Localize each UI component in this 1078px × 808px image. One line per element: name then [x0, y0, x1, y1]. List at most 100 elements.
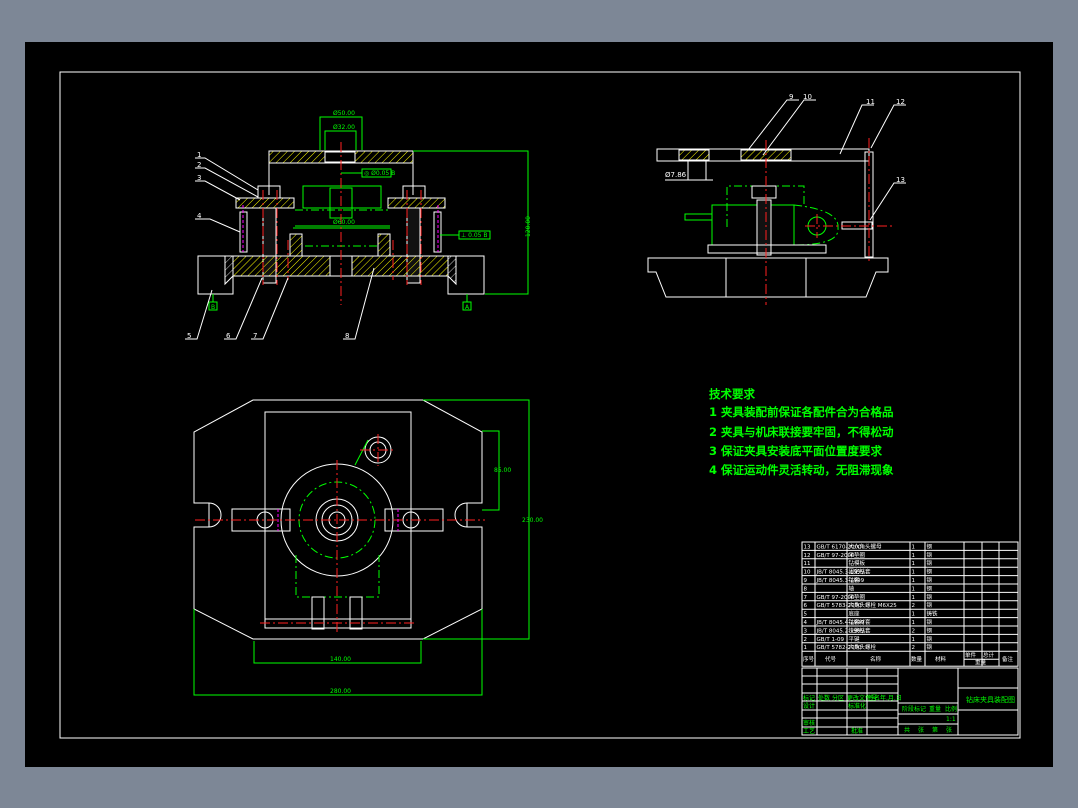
parts-list-cell-name: 钻模板 [849, 559, 866, 567]
callout-12: 12 [896, 98, 905, 106]
role-review: 审核 [803, 719, 815, 727]
callout-1: 1 [197, 151, 201, 159]
callout-7: 7 [253, 332, 257, 340]
parts-list-cell-material: 钢 [927, 601, 933, 609]
parts-list-cell-qty: 1 [912, 544, 916, 550]
parts-list-cell-qty: 1 [912, 570, 916, 576]
parts-list-cell-material: 钢 [927, 635, 933, 643]
parts-list-cell-no: 1 [804, 645, 808, 651]
parts-list-cell-qty: 1 [912, 553, 916, 559]
parts-list-cell-no: 7 [804, 595, 808, 601]
callout-4: 4 [197, 212, 202, 220]
parts-list-header-unit-weight: 单件 [965, 651, 977, 659]
top-view: 85.00 230.00 140.00 280.00 [193, 399, 543, 696]
parts-list-cell-no: 2 [804, 637, 808, 643]
requirement-item-2: 2 夹具与机床联接要牢固，不得松动 [709, 425, 894, 439]
sheet-label-total: 共 [904, 726, 910, 734]
parts-list-header-total-weight: 总计 [983, 651, 995, 659]
parts-list-cell-name: 钻套衬套 [849, 618, 872, 626]
callout-13: 13 [896, 176, 905, 184]
rev-header-count: 处数 [818, 694, 830, 702]
parts-list-header-remark: 备注 [1002, 655, 1014, 663]
parts-list-cell-name: 平键 [849, 635, 861, 643]
parts-list-cell-material: 铸铁 [927, 610, 939, 618]
parts-list-cell-qty: 2 [912, 603, 916, 609]
rev-header-date: 年.月.日 [880, 694, 902, 702]
sheet-label-sheet: 张 [946, 726, 952, 734]
callout-9: 9 [789, 93, 793, 101]
parts-list-cell-no: 9 [804, 578, 808, 584]
parts-list-header-no: 序号 [803, 655, 815, 663]
parts-list-cell-material: 钢 [927, 551, 933, 559]
parts-list-header-code: 代号 [825, 655, 837, 663]
parts-list-cell-name: 轴 [849, 584, 855, 592]
datum-label-b: B [211, 304, 215, 311]
parts-list-cell-name: 快换钻套 [849, 626, 872, 634]
parts-list-cell-material: 钢 [927, 568, 933, 576]
dim-top-outer: Ø50.00 [333, 110, 355, 117]
dim-side-gap: Ø7.86 [665, 171, 687, 179]
stage-header-weight: 重量 [929, 705, 941, 713]
requirement-item-1: 1 夹具装配前保证各配件合为合格品 [709, 405, 894, 419]
parts-list-cell-no: 5 [804, 612, 808, 618]
parts-list-cell-material: 钢 [927, 618, 933, 626]
parts-list-cell-material: 钢 [927, 626, 933, 634]
parts-list-cell-no: 12 [804, 553, 811, 559]
parts-list-cell-qty: 2 [912, 628, 916, 634]
rev-header-zone: 分区 [832, 694, 844, 702]
side-view: Ø7.86 9 10 11 12 13 [647, 93, 906, 305]
parts-list-cell-qty: 1 [912, 586, 916, 592]
parts-list-cell-name: 固定钻套 [849, 568, 872, 576]
cad-drawing-canvas[interactable]: Ø50.00 Ø32.00 Ø60.00 120.00 ◎ Ø0.05 B ⊥ … [25, 42, 1053, 767]
parts-list-cell-material: 钢 [927, 559, 933, 567]
parts-list-cell-no: 4 [804, 620, 808, 626]
parts-list-cell-no: 3 [804, 628, 808, 634]
dim-width-inner: 140.00 [330, 656, 351, 663]
front-view: Ø50.00 Ø32.00 Ø60.00 120.00 ◎ Ø0.05 B ⊥ … [185, 110, 532, 340]
sheet-label-sheets: 张 [918, 726, 924, 734]
role-process: 工艺 [803, 727, 815, 735]
parts-list-cell-material: 钢 [927, 593, 933, 601]
rev-header-sign: 签名 [868, 694, 880, 702]
dim-height-overall: 230.00 [522, 517, 543, 524]
technical-requirements: 技术要求 1 夹具装配前保证各配件合为合格品 2 夹具与机床联接要牢固，不得松动… [709, 387, 894, 477]
role-standardization: 标准化 [848, 702, 866, 710]
parts-list-cell-no: 6 [804, 603, 808, 609]
parts-list-cell-name: 平垫圈 [849, 551, 866, 559]
callout-3: 3 [197, 174, 201, 182]
stage-header-scale: 比例 [945, 705, 957, 713]
parts-list-cell-material: 钢 [927, 542, 933, 550]
requirement-item-4: 4 保证运动件灵活转动，无阻滞现象 [709, 463, 894, 477]
requirement-item-3: 3 保证夹具安装底平面位置度要求 [709, 444, 883, 458]
parts-list-header-name: 名称 [870, 655, 882, 663]
drawing-sheet: Ø50.00 Ø32.00 Ø60.00 120.00 ◎ Ø0.05 B ⊥ … [59, 71, 1021, 739]
parts-list-cell-name: 六角头螺栓 M6X25 [849, 601, 898, 609]
title-block: 标记 处数 分区 更改文件号 签名 年.月.日 设计 标准化 审核 工艺 批准 … [801, 667, 1019, 736]
parts-list-cell-qty: 1 [912, 561, 916, 567]
parts-list-cell-qty: 2 [912, 645, 916, 651]
parts-list-cell-qty: 1 [912, 595, 916, 601]
parts-list-cell-code: GB/T 1-09 [817, 637, 845, 643]
parts-list-cell-no: 10 [804, 570, 811, 576]
callout-10: 10 [803, 93, 812, 101]
parts-list-header-material: 材料 [935, 655, 947, 663]
parts-list-cell-material: 钢 [927, 584, 933, 592]
callout-6: 6 [226, 332, 231, 340]
callout-8: 8 [345, 332, 349, 340]
parts-list-cell-material: 钢 [927, 576, 933, 584]
parts-list-cell-no: 8 [804, 586, 808, 592]
parts-list-cell-name: 钻套 [849, 576, 861, 584]
sheet-label-no: 第 [932, 726, 938, 734]
callout-2: 2 [197, 161, 201, 169]
parts-list-cell-material: 钢 [927, 643, 933, 651]
parts-list-cell-qty: 1 [912, 620, 916, 626]
parts-list-cell-name: 六角头螺栓 [849, 643, 877, 651]
drawing-title: 钻床夹具装配图 [966, 695, 1015, 704]
dim-slot-offset: 85.00 [494, 467, 511, 474]
role-approve: 批准 [851, 727, 863, 735]
parts-list: 13 GB/T 6170-2000大六角头螺母 1 钢12 GB/T 97-2000平垫… [801, 541, 1019, 667]
rev-header-mark: 标记 [803, 694, 815, 702]
parts-list-cell-name: 底座 [849, 610, 861, 618]
dim-width-overall: 280.00 [330, 688, 351, 695]
scale-value: 1:1 [946, 716, 956, 723]
